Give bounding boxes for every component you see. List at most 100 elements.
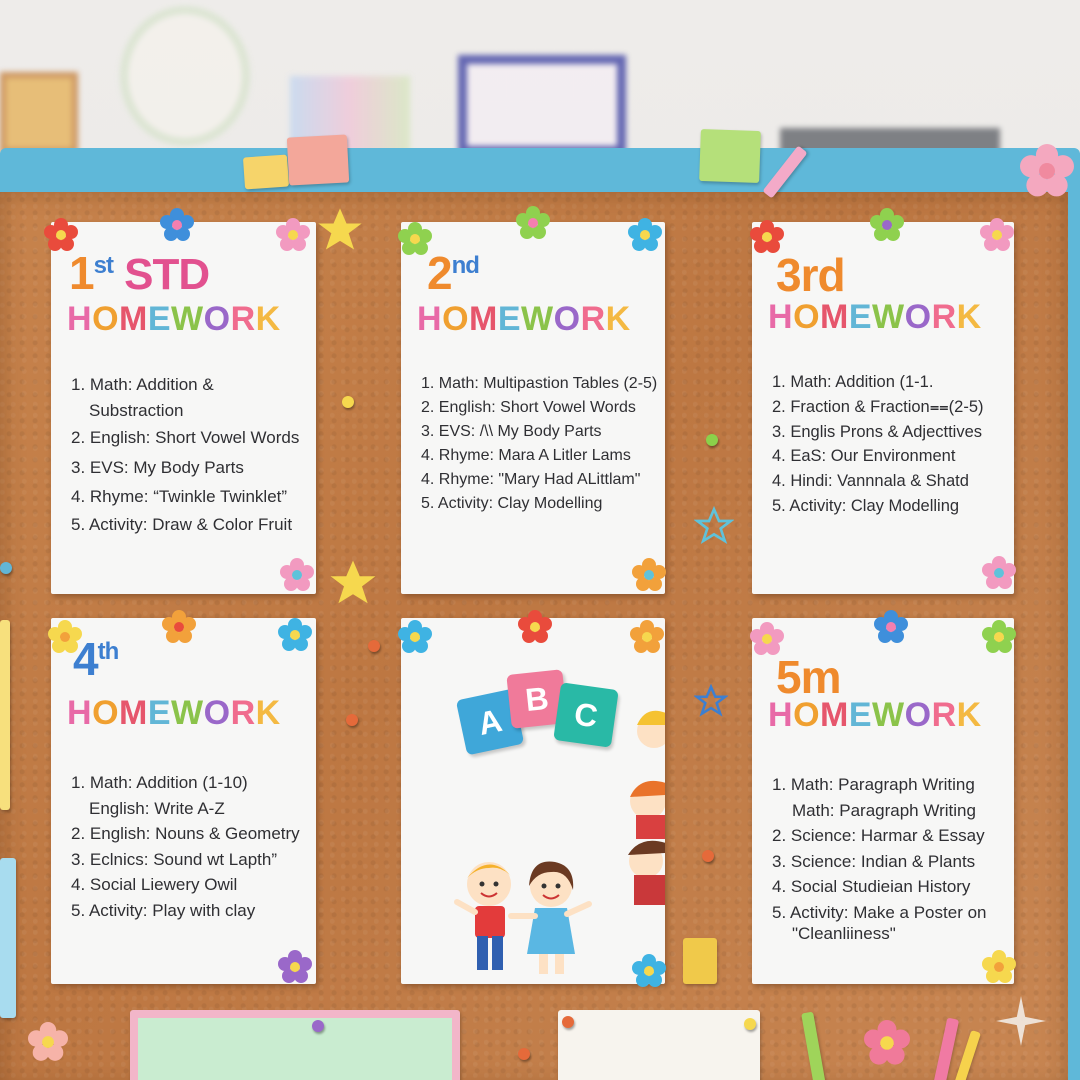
flower-pin-icon xyxy=(630,620,664,653)
flower-pin-icon xyxy=(982,556,1016,589)
homework-item: 2. English: Short Vowel Words xyxy=(71,428,300,447)
card-heading: HOMEWORK xyxy=(67,300,281,338)
homework-item: Substraction xyxy=(89,400,184,420)
homework-list: 1. Math: Addition & Substraction 2. Engl… xyxy=(71,372,299,537)
flower-pin-icon xyxy=(398,222,432,255)
homework-item: 1. Math: Paragraph Writing xyxy=(772,775,975,794)
flower-pin-icon xyxy=(516,206,550,239)
homework-item: 4. Social Studieian History xyxy=(772,877,971,896)
star-outline-icon xyxy=(694,506,734,545)
homework-item: 5. Activity: Make a Poster on xyxy=(772,902,987,922)
homework-item: 3. Science: Indian & Plants xyxy=(772,851,976,871)
card-title: 3rd xyxy=(776,249,846,301)
homework-item: 4. EaS: Our Environment xyxy=(772,447,956,466)
push-pin-icon xyxy=(342,396,354,408)
homework-card-std3: 3rd HOMEWORK 1. Math: Addition (1-1. 2. … xyxy=(752,222,1014,594)
wall-clock xyxy=(120,6,250,146)
homework-item: 2. English: Short Vowel Words xyxy=(421,399,636,416)
flower-pin-icon xyxy=(28,1022,68,1061)
flower-pin-icon xyxy=(632,954,666,987)
illustration-card: A B C xyxy=(401,618,665,984)
homework-item: 4. Rhyme: “Twinkle Twinklet” xyxy=(71,487,288,506)
push-pin-icon xyxy=(368,640,380,652)
abc-blocks-icon: A B C xyxy=(455,668,629,758)
kids-illustration-icon xyxy=(454,861,592,974)
push-pin-icon xyxy=(312,1020,324,1032)
homework-item: 5. Activity: Play with clay xyxy=(71,900,256,920)
flower-pin-icon xyxy=(982,620,1016,653)
push-pin-icon xyxy=(346,714,358,726)
flower-pin-icon xyxy=(278,950,312,983)
side-note xyxy=(0,858,16,1018)
homework-card-std2: 2nd HOMEWORK 1. Math: Multipastion Table… xyxy=(401,222,665,594)
homework-item: 3. EVS: My Body Parts xyxy=(71,457,244,477)
homework-item: 4. Rhyme: Mara A Litler Lams xyxy=(421,447,631,464)
homework-item: 3. EVS: /\\ My Body Parts xyxy=(421,423,602,440)
flower-pin-icon xyxy=(864,1020,910,1065)
flower-pin-icon xyxy=(276,218,310,251)
homework-item: English: Write A-Z xyxy=(89,798,225,818)
homework-item: 4. Hindi: Vannnala & Shatd xyxy=(772,472,969,490)
homework-item: 2. Fraction & Fraction⩵(2-5) xyxy=(772,397,984,416)
flower-pin-icon xyxy=(160,208,194,241)
flower-pin-icon xyxy=(518,610,552,643)
card-title: 2nd xyxy=(427,247,480,299)
homework-list: 1. Math: Addition (1-10) English: Write … xyxy=(71,770,300,923)
pencil-cup-icon xyxy=(683,938,717,984)
flower-pin-icon xyxy=(162,610,196,643)
homework-item: 1. Math: Addition (1-1. xyxy=(772,373,934,391)
bottom-drawing xyxy=(558,1010,760,1080)
flower-pin-icon xyxy=(632,558,666,591)
push-pin-icon xyxy=(744,1018,756,1030)
homework-item: 4. Rhyme: "Mary Had ALittlam" xyxy=(421,471,641,488)
card-heading: HOMEWORK xyxy=(417,300,631,338)
homework-card-std1: 1st STD HOMEWORK 1. Math: Addition & Sub… xyxy=(51,222,316,594)
push-pin-icon xyxy=(702,850,714,862)
card-heading: HOMEWORK xyxy=(67,694,281,732)
homework-list: 1. Math: Multipastion Tables (2-5) 2. En… xyxy=(421,372,657,516)
sticky-note xyxy=(242,154,290,190)
homework-item: 5. Activity: Clay Modelling xyxy=(772,496,960,515)
flower-pin-icon xyxy=(628,218,662,251)
homework-item: "Cleanliiness" xyxy=(792,924,896,943)
flower-pin-icon xyxy=(398,620,432,653)
flower-pin-icon xyxy=(44,218,78,251)
homework-item: 5. Activity: Draw & Color Fruit xyxy=(71,514,293,534)
flower-pin-icon xyxy=(980,218,1014,251)
star-sticker-icon xyxy=(330,560,376,604)
sparkle-icon xyxy=(996,996,1046,1046)
star-sticker-icon xyxy=(318,208,362,250)
card-heading: HOMEWORK xyxy=(768,696,982,734)
homework-item: 2. English: Nouns & Geometry xyxy=(71,824,300,843)
sticky-note xyxy=(286,134,350,186)
flower-pin-icon xyxy=(48,620,82,653)
card-heading: HOMEWORK xyxy=(768,298,982,336)
flower-pin-icon xyxy=(750,622,784,655)
card-title: 5m xyxy=(776,651,841,703)
homework-item: 1. Math: Addition & xyxy=(71,375,214,394)
homework-item: 1. Math: Multipastion Tables (2-5) xyxy=(421,375,658,392)
bottom-note xyxy=(130,1010,460,1080)
push-pin-icon xyxy=(0,562,12,574)
homework-card-std5: 5m HOMEWORK 1. Math: Paragraph Writing M… xyxy=(752,618,1014,984)
side-note xyxy=(0,620,10,810)
flower-pin-icon xyxy=(874,610,908,643)
card-title: 1st STD xyxy=(69,247,210,299)
push-pin-icon xyxy=(706,434,718,446)
peeking-kids-icon xyxy=(628,710,665,905)
flower-pin-icon xyxy=(750,220,784,253)
flower-pin-icon xyxy=(870,208,904,241)
homework-list: 1. Math: Addition (1-1. 2. Fraction & Fr… xyxy=(772,370,984,519)
star-outline-icon xyxy=(694,684,728,717)
homework-item: 2. Science: Harmar & Essay xyxy=(772,826,985,845)
homework-item: 1. Math: Addition (1-10) xyxy=(71,773,248,792)
wall-frame xyxy=(0,72,78,154)
homework-item: Math: Paragraph Writing xyxy=(792,800,976,820)
push-pin-icon xyxy=(518,1048,530,1060)
homework-card-std4: 4th HOMEWORK 1. Math: Addition (1-10) En… xyxy=(51,618,316,984)
homework-item: 3. Englis Prons & Adjecttives xyxy=(772,422,983,441)
homework-item: 5. Activity: Clay Modelling xyxy=(421,495,603,512)
flower-pin-icon xyxy=(280,558,314,591)
flower-pin-icon xyxy=(982,950,1016,983)
flower-pin-icon xyxy=(278,618,312,651)
